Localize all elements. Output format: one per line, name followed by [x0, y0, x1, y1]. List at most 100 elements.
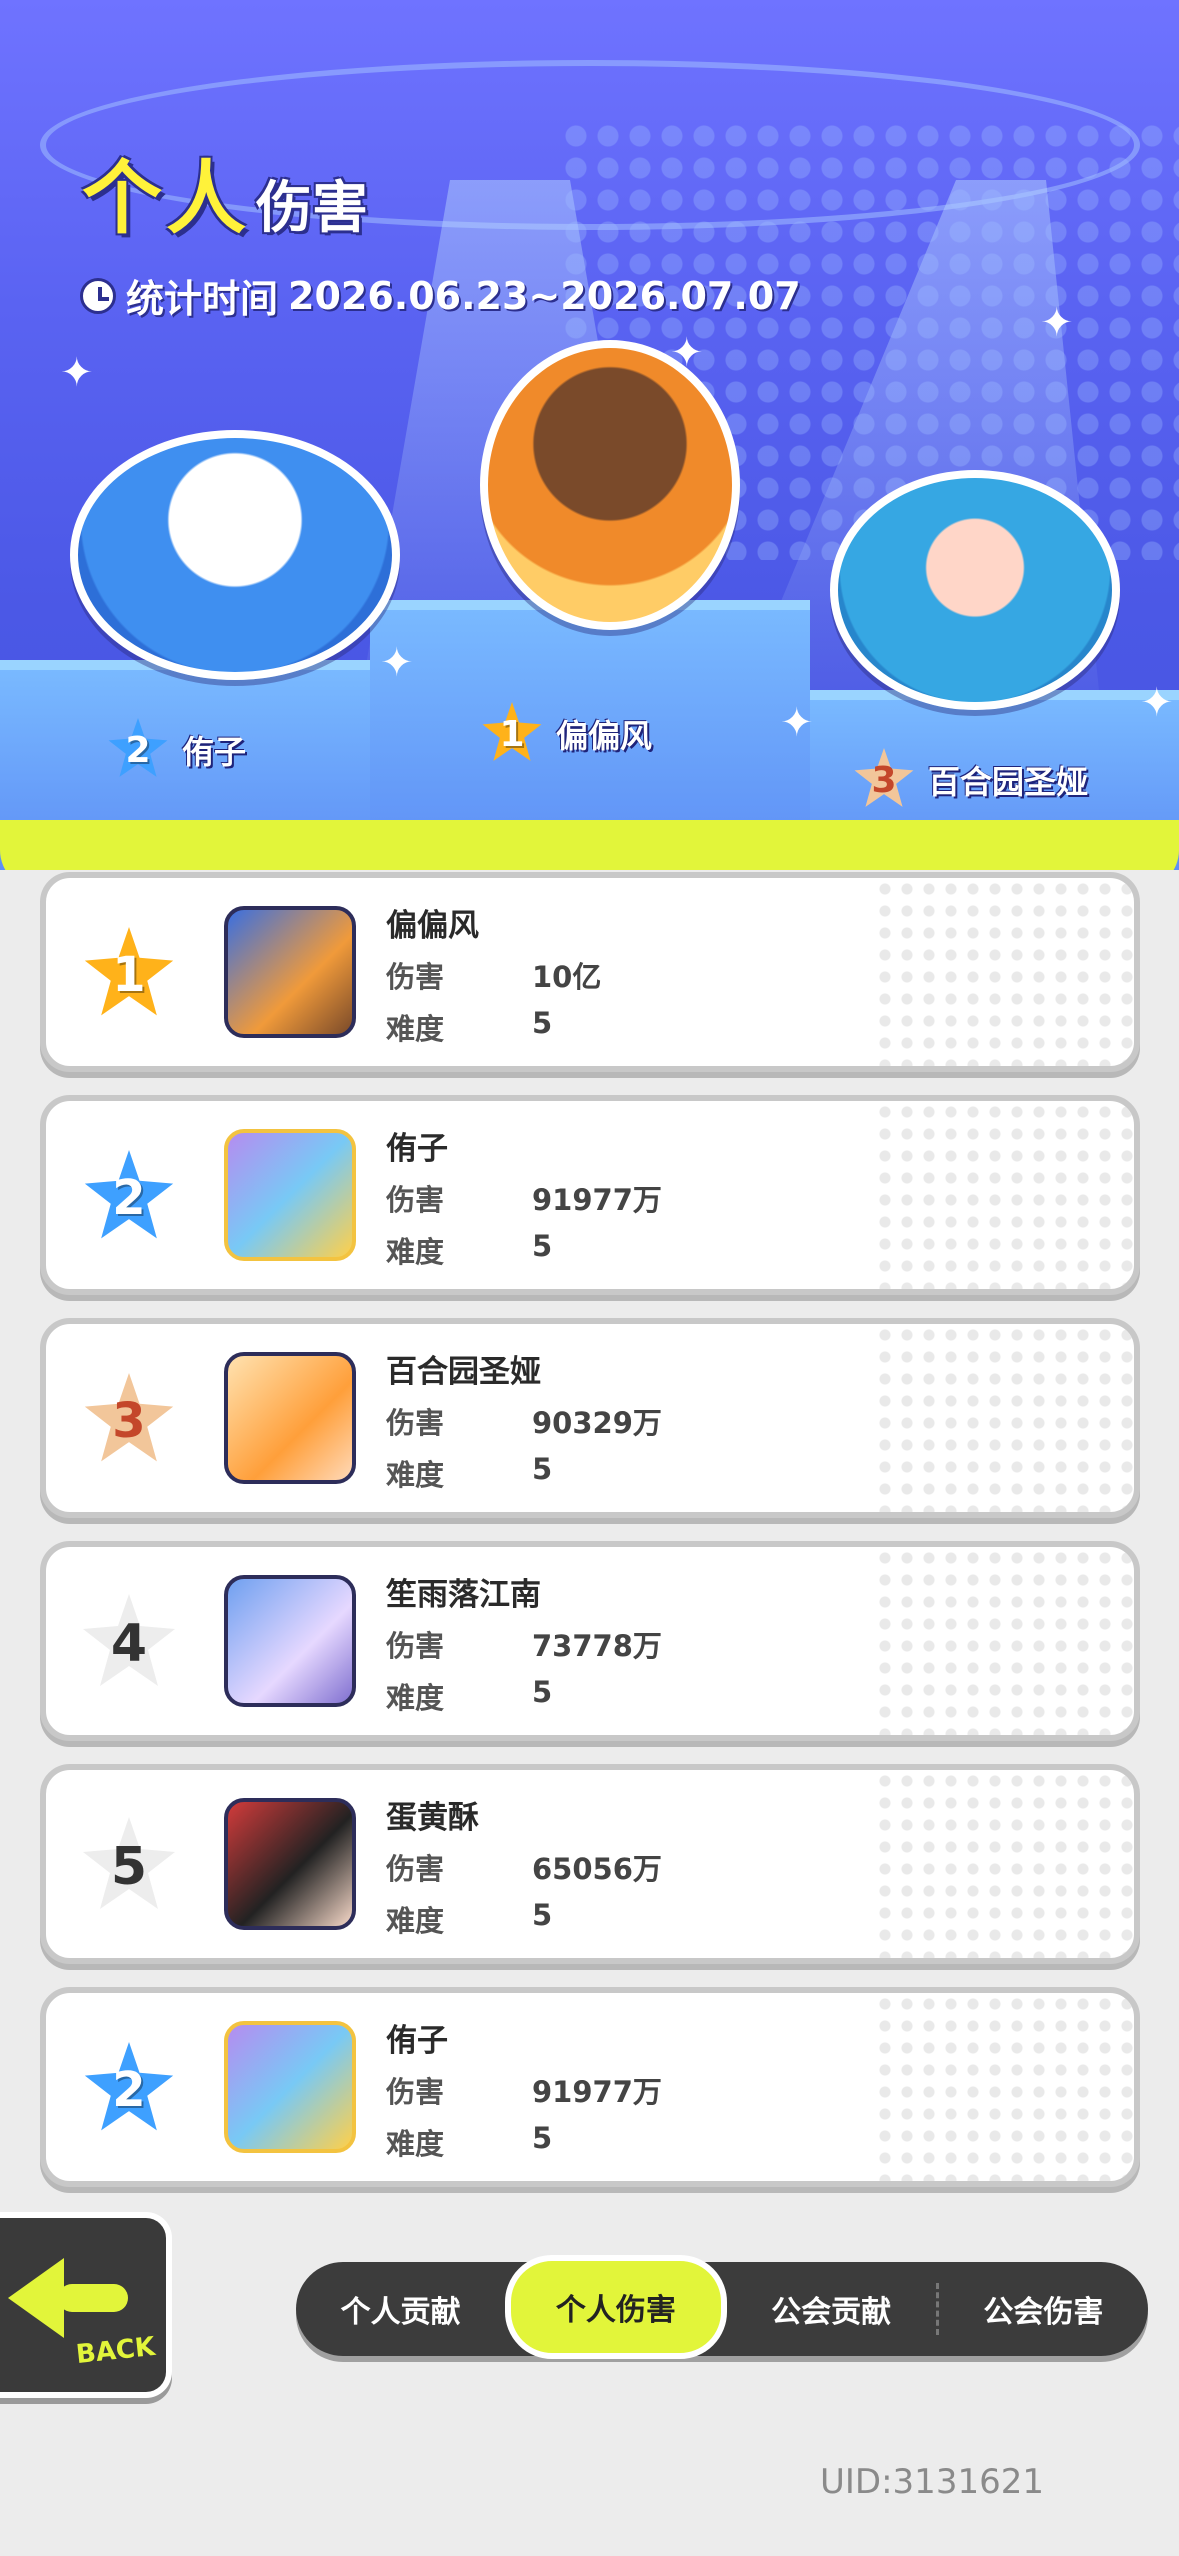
clock-icon [80, 277, 116, 314]
rank-badge: 5 [74, 1812, 184, 1922]
avatar[interactable] [224, 1129, 356, 1261]
bronze-star-icon: 3 [81, 1373, 177, 1469]
stat-time-range: 2026.06.23~2026.07.07 [288, 273, 801, 318]
sparkle-icon: ✦ [1040, 300, 1074, 346]
back-arrow-icon [8, 2258, 64, 2338]
podium-label-first: 1 偏偏风 [480, 702, 652, 766]
damage-value: 73778万 [532, 1629, 662, 1663]
sparkle-icon: ✦ [60, 350, 94, 396]
player-name: 偏偏风 [386, 908, 479, 944]
difficulty-row: 难度 5 [386, 2121, 552, 2163]
damage-value: 65056万 [532, 1852, 662, 1886]
damage-row: 伤害 65056万 [386, 1846, 662, 1888]
damage-value: 91977万 [532, 2075, 662, 2109]
podium-name: 侑子 [182, 733, 247, 771]
difficulty-label: 难度 [386, 2127, 445, 2161]
difficulty-value: 5 [532, 1675, 553, 1709]
rank-badge: 2 [74, 2035, 184, 2145]
damage-label: 伤害 [386, 1406, 445, 1440]
podium-character-first[interactable] [480, 340, 740, 630]
damage-label: 伤害 [386, 1852, 445, 1886]
ranking-list[interactable]: 1 偏偏风 伤害 10亿 难度 5 2 侑子 伤害 91977万 难度 5 3 [40, 872, 1140, 2210]
sparkle-icon: ✦ [380, 640, 414, 686]
difficulty-row: 难度 5 [386, 1229, 552, 1271]
difficulty-value: 5 [532, 1898, 553, 1932]
blue-star-icon: 2 [81, 1150, 177, 1246]
player-name: 笙雨落江南 [386, 1577, 541, 1613]
tab-personal-damage[interactable]: 个人伤害 [505, 2255, 727, 2359]
difficulty-label: 难度 [386, 1681, 445, 1715]
podium-label-second: 2 侑子 [106, 718, 246, 782]
tab-label: 个人伤害 [555, 2293, 676, 2328]
rank-badge: 3 [74, 1366, 184, 1476]
ranking-row[interactable]: 1 偏偏风 伤害 10亿 难度 5 [40, 872, 1140, 1072]
page-title: 个人 伤害 [82, 150, 368, 250]
damage-value: 10亿 [532, 960, 602, 994]
damage-label: 伤害 [386, 2075, 445, 2109]
avatar[interactable] [224, 1352, 356, 1484]
title-primary: 个人 [82, 152, 250, 245]
podium-character-third[interactable] [830, 470, 1120, 710]
rank-badge: 2 [74, 1143, 184, 1253]
damage-row: 伤害 91977万 [386, 1177, 662, 1219]
difficulty-row: 难度 5 [386, 1452, 552, 1494]
rank-badge: 1 [74, 920, 184, 1030]
tab-label: 个人贡献 [340, 2295, 461, 2330]
difficulty-value: 5 [532, 1229, 553, 1263]
gold-star-icon: 1 [81, 927, 177, 1023]
damage-label: 伤害 [386, 960, 445, 994]
player-name: 蛋黄酥 [386, 1800, 479, 1836]
avatar[interactable] [224, 1798, 356, 1930]
rank-star-icon: 1 [480, 702, 544, 766]
rank-star-icon: 2 [106, 718, 170, 782]
difficulty-row: 难度 5 [386, 1006, 552, 1048]
tab-label: 公会贡献 [771, 2295, 892, 2330]
player-name: 侑子 [386, 2023, 448, 2059]
back-button[interactable]: BACK [0, 2212, 172, 2398]
stat-time: 统计时间 2026.06.23~2026.07.07 [80, 268, 801, 323]
podium-name: 百合园圣娅 [928, 763, 1089, 801]
player-name: 侑子 [386, 1131, 448, 1167]
ranking-row[interactable]: 5 蛋黄酥 伤害 65056万 难度 5 [40, 1764, 1140, 1964]
damage-row: 伤害 91977万 [386, 2069, 662, 2111]
slime-divider [0, 820, 1179, 870]
avatar[interactable] [224, 2021, 356, 2153]
sparkle-icon: ✦ [780, 700, 814, 746]
ranking-row[interactable]: 3 百合园圣娅 伤害 90329万 难度 5 [40, 1318, 1140, 1518]
damage-row: 伤害 73778万 [386, 1623, 662, 1665]
ranking-row-self[interactable]: 2 侑子 伤害 91977万 难度 5 [40, 1987, 1140, 2187]
title-secondary: 伤害 [256, 176, 368, 241]
damage-row: 伤害 10亿 [386, 954, 601, 996]
podium-label-third: 3 百合园圣娅 [852, 748, 1088, 812]
damage-row: 伤害 90329万 [386, 1400, 662, 1442]
damage-value: 90329万 [532, 1406, 662, 1440]
user-id: UID:3131621 [820, 2462, 1044, 2502]
avatar[interactable] [224, 906, 356, 1038]
rank-star-icon: 3 [852, 748, 916, 812]
difficulty-value: 5 [532, 2121, 553, 2155]
difficulty-row: 难度 5 [386, 1898, 552, 1940]
blue-star-icon: 2 [81, 2042, 177, 2138]
tab-guild-damage[interactable]: 公会伤害 [939, 2262, 1148, 2356]
back-label: BACK [74, 2331, 157, 2371]
difficulty-label: 难度 [386, 1235, 445, 1269]
damage-label: 伤害 [386, 1183, 445, 1217]
damage-label: 伤害 [386, 1629, 445, 1663]
difficulty-label: 难度 [386, 1904, 445, 1938]
tab-personal-contribution[interactable]: 个人贡献 [296, 2262, 505, 2356]
sparkle-icon: ✦ [1140, 680, 1174, 726]
avatar[interactable] [224, 1575, 356, 1707]
tab-label: 公会伤害 [983, 2295, 1104, 2330]
ranking-row[interactable]: 4 笙雨落江南 伤害 73778万 难度 5 [40, 1541, 1140, 1741]
ranking-row[interactable]: 2 侑子 伤害 91977万 难度 5 [40, 1095, 1140, 1295]
damage-value: 91977万 [532, 1183, 662, 1217]
difficulty-label: 难度 [386, 1458, 445, 1492]
difficulty-row: 难度 5 [386, 1675, 552, 1717]
tab-bar: 个人贡献 个人伤害 公会贡献 公会伤害 [296, 2255, 1148, 2359]
podium-character-second[interactable] [70, 430, 400, 680]
stat-time-label: 统计时间 [126, 277, 279, 321]
player-name: 百合园圣娅 [386, 1354, 541, 1390]
rank-star-icon: 4 [79, 1594, 179, 1694]
tab-guild-contribution[interactable]: 公会贡献 [727, 2262, 936, 2356]
hero-banner: 个人 伤害 统计时间 2026.06.23~2026.07.07 ✦ ✦ ✦ ✦… [0, 0, 1179, 870]
